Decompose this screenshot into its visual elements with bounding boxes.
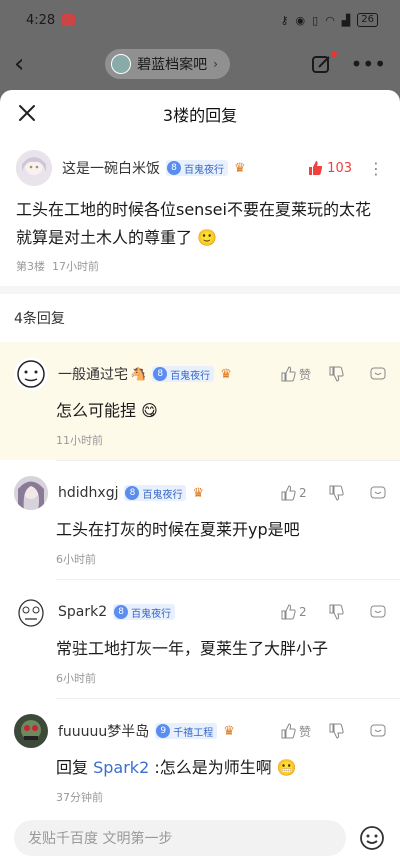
username[interactable]: Spark2: [58, 604, 107, 620]
edit-icon[interactable]: [311, 51, 337, 75]
forum-name: 碧蓝档案吧: [137, 57, 208, 73]
emoji-icon: [360, 826, 384, 850]
yum-emoji-icon: 😋: [141, 401, 158, 420]
like-button[interactable]: 赞: [280, 723, 328, 740]
thumbs-up-icon: [281, 485, 296, 501]
avatar[interactable]: [16, 150, 52, 186]
horse-emoji-icon: 🐴: [130, 366, 147, 382]
background-nav: ‹ 碧蓝档案吧 › •••: [0, 40, 400, 88]
reply-time: 37分钟前: [56, 791, 103, 804]
comment-icon: [370, 605, 386, 618]
level-badge: 8 百鬼夜行: [152, 366, 215, 382]
like-button[interactable]: 2: [280, 485, 328, 501]
like-button[interactable]: 赞: [280, 366, 328, 383]
divider: [0, 286, 400, 294]
notification-dot: [330, 51, 337, 57]
reply-time: 6小时前: [56, 553, 96, 566]
battery-icon: 26: [357, 13, 378, 27]
more-icon[interactable]: •••: [351, 52, 386, 76]
reply-text: 工头在打灰的时候在夏莱开yp是吧: [56, 520, 300, 539]
dislike-button[interactable]: [328, 485, 364, 501]
thumbs-down-icon: [329, 604, 344, 620]
reply-text: 常驻工地打灰一年，夏莱生了大胖小子: [56, 639, 329, 658]
main-post: 这是一碗白米饭 8 百鬼夜行 ♛ 103 ⋮ 工头在工地的时候各位sensei不要…: [0, 138, 400, 274]
sheet-title: 3楼的回复: [162, 106, 238, 125]
emblem-icon: ♛: [234, 160, 246, 176]
post-text: 工头在工地的时候各位sensei不要在夏莱玩的太花就算是对土木人的尊重了 🙂: [16, 200, 371, 247]
comment-icon: [370, 486, 386, 499]
reply-count: 4条回复: [14, 311, 65, 327]
notification-icon: [61, 14, 76, 26]
username[interactable]: hdidhxgj: [58, 485, 118, 501]
more-vertical-icon[interactable]: ⋮: [368, 159, 384, 178]
list-item: fuuuuu梦半岛 9 千禧工程 ♛ 赞 回复 Spark2 :怎么是为师生啊 😬…: [0, 699, 400, 817]
eye-icon: ◉: [295, 13, 306, 27]
username[interactable]: 这是一碗白米饭: [62, 158, 160, 178]
thumbs-up-icon: [281, 604, 296, 620]
dislike-button[interactable]: [328, 366, 364, 382]
reply-time: 6小时前: [56, 672, 96, 685]
emblem-icon: ♛: [220, 366, 232, 382]
reply-input[interactable]: 发贴千百度 文明第一步: [14, 820, 346, 856]
comment-icon: [370, 724, 386, 737]
grimace-emoji-icon: 😬: [276, 758, 297, 777]
level-badge: 8 百鬼夜行: [166, 160, 228, 176]
avatar[interactable]: [14, 476, 48, 510]
dislike-button[interactable]: [328, 604, 364, 620]
comment-button[interactable]: [364, 723, 386, 739]
like-count: 103: [327, 160, 352, 176]
list-item: 一般通过宅 🐴 8 百鬼夜行 ♛ 赞 怎么可能捏 😋 11小时前: [0, 342, 400, 460]
thumbs-up-icon: [309, 161, 323, 175]
like-button[interactable]: 2: [280, 604, 328, 620]
thumbs-up-icon: [281, 723, 296, 739]
level-badge: 8 百鬼夜行: [124, 485, 187, 501]
emblem-icon: ♛: [223, 723, 235, 739]
post-meta: 第3楼 17小时前: [16, 260, 99, 273]
comment-icon: [370, 367, 386, 380]
level-badge: 8 百鬼夜行: [113, 604, 176, 620]
comment-button[interactable]: [364, 604, 386, 620]
username[interactable]: fuuuuu梦半岛: [58, 721, 149, 741]
status-bar: 4:28 ⚷ ◉ ▯ ◠ ▟ 26: [0, 0, 400, 40]
close-icon: [19, 105, 35, 121]
level-badge: 9 千禧工程: [155, 723, 218, 739]
like-button[interactable]: 103: [307, 160, 352, 176]
thumbs-down-icon: [329, 366, 344, 382]
list-item: hdidhxgj 8 百鬼夜行 ♛ 2 工头在打灰的时候在夏莱开yp是吧 6小时前: [0, 461, 400, 579]
reply-text: 怎么可能捏 😋: [56, 401, 158, 420]
back-icon[interactable]: ‹: [14, 49, 24, 79]
close-button[interactable]: [14, 100, 40, 126]
key-icon: ⚷: [280, 13, 289, 27]
comment-button[interactable]: [364, 366, 386, 382]
emblem-icon: ♛: [192, 485, 205, 501]
status-time: 4:28: [26, 12, 56, 28]
comment-button[interactable]: [364, 485, 386, 501]
sheet-header: 3楼的回复: [0, 90, 400, 138]
emoji-button[interactable]: [358, 824, 386, 852]
smile-emoji-icon: 🙂: [197, 228, 218, 247]
signal-icon: ▟: [341, 13, 351, 27]
dislike-button[interactable]: [328, 723, 364, 739]
reply-sheet: 3楼的回复 这是一碗白米饭 8 百鬼夜行 ♛ 103 ⋮ 工头在工地的时候各位se…: [0, 90, 400, 866]
avatar[interactable]: [14, 357, 48, 391]
chevron-right-icon: ›: [213, 57, 218, 71]
list-item: Spark2 8 百鬼夜行 2 常驻工地打灰一年，夏莱生了大胖小子 6小时前: [0, 580, 400, 698]
thumbs-down-icon: [329, 485, 344, 501]
forum-pill[interactable]: 碧蓝档案吧 ›: [105, 49, 230, 79]
reply-time: 11小时前: [56, 434, 103, 447]
avatar[interactable]: [14, 595, 48, 629]
avatar[interactable]: [14, 714, 48, 748]
thumbs-down-icon: [329, 723, 344, 739]
mention-link[interactable]: Spark2: [93, 758, 149, 777]
reply-text: 回复 Spark2 :怎么是为师生啊 😬: [56, 758, 297, 777]
thumbs-up-icon: [281, 366, 296, 382]
reply-input-bar: 发贴千百度 文明第一步: [0, 810, 400, 866]
username[interactable]: 一般通过宅: [58, 364, 128, 384]
vibrate-icon: ▯: [312, 13, 319, 27]
wifi-icon: ◠: [325, 13, 335, 27]
forum-avatar: [111, 54, 132, 74]
